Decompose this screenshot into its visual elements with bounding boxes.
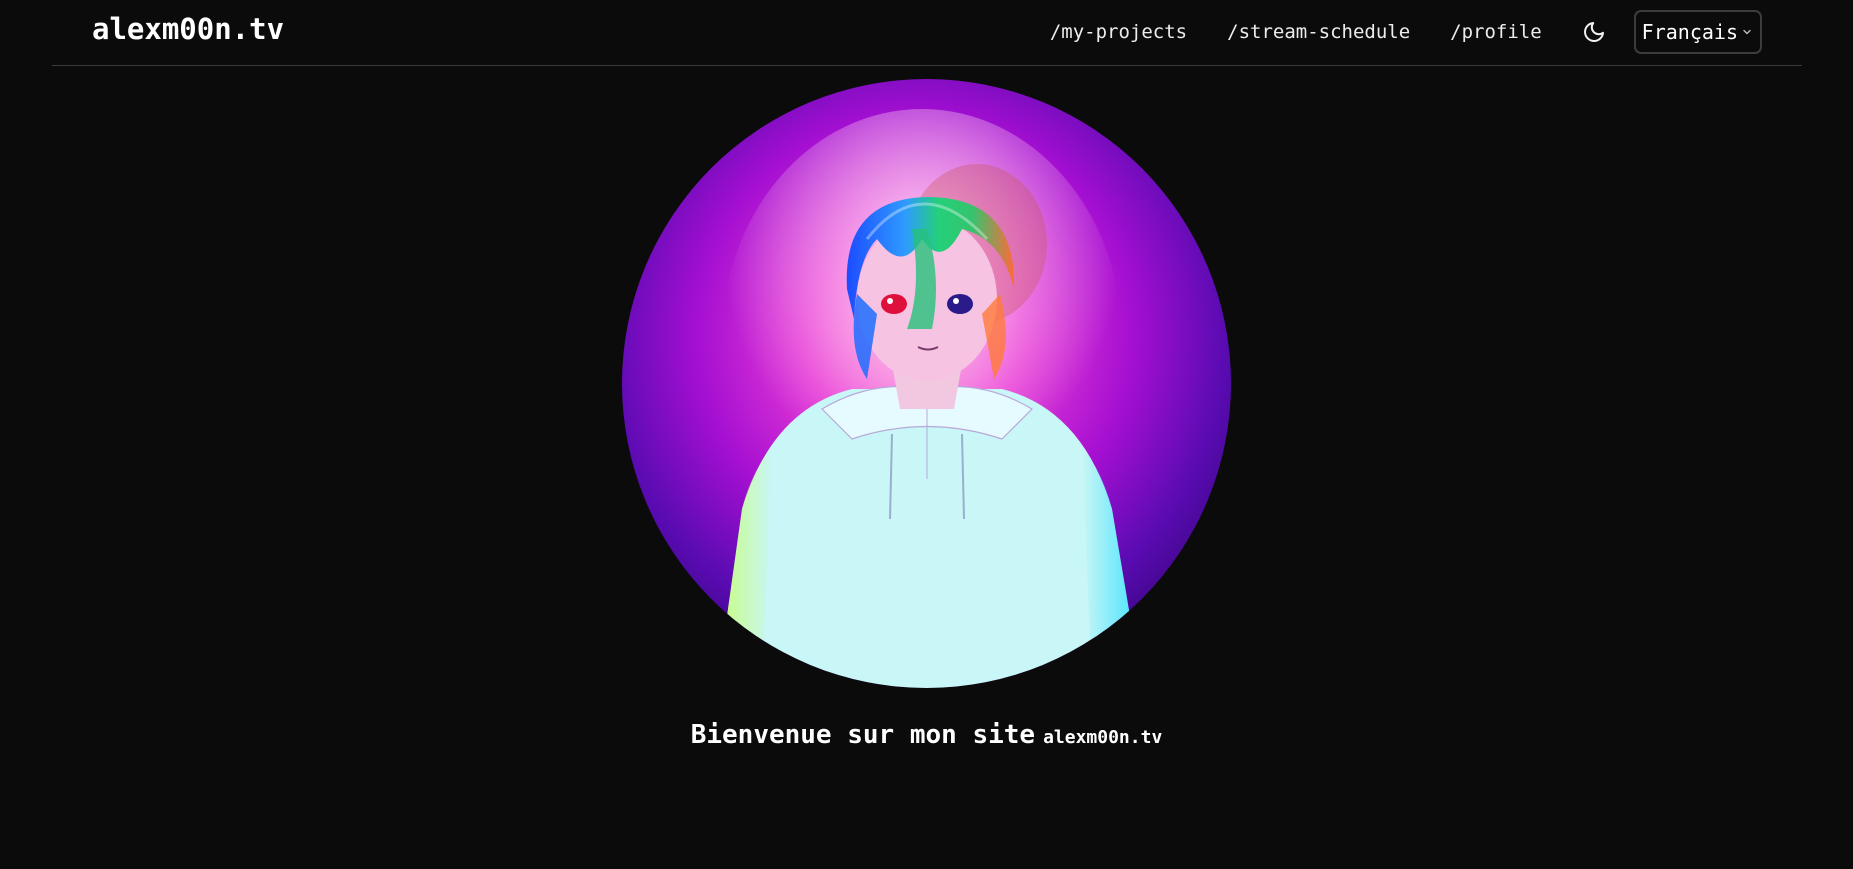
welcome-text: Bienvenue sur mon site — [690, 720, 1036, 750]
welcome-brand: alexm00n.tv — [1043, 727, 1163, 748]
nav-link-stream-schedule[interactable]: /stream-schedule — [1227, 21, 1410, 43]
main-nav: /my-projects /stream-schedule /profile F… — [1050, 10, 1762, 54]
chevron-down-icon — [1742, 27, 1752, 37]
language-select-value: Français — [1641, 20, 1738, 44]
site-header: alexm00n.tv /my-projects /stream-schedul… — [52, 0, 1802, 66]
language-select[interactable]: Français — [1633, 10, 1762, 54]
nav-link-profile[interactable]: /profile — [1450, 21, 1542, 43]
page: alexm00n.tv /my-projects /stream-schedul… — [0, 0, 1853, 869]
site-logo[interactable]: alexm00n.tv — [92, 12, 284, 46]
avatar — [622, 79, 1231, 688]
nav-link-my-projects[interactable]: /my-projects — [1050, 21, 1187, 43]
theme-toggle-button[interactable] — [1580, 18, 1608, 46]
avatar-illustration — [622, 79, 1231, 688]
moon-icon — [1583, 22, 1604, 42]
welcome-heading: Bienvenue sur mon site alexm00n.tv — [0, 720, 1853, 750]
